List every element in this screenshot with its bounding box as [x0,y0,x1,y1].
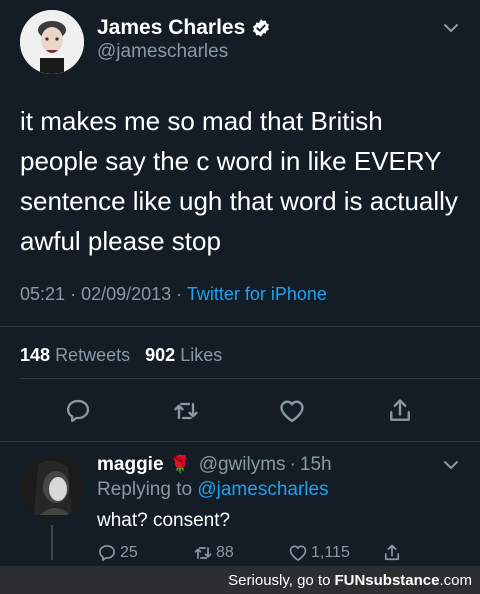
watermark-tld: .com [439,571,472,589]
reply-author-handle[interactable]: @gwilyms [199,454,286,476]
tweet-date: 02/09/2013 [81,284,172,304]
tweet-source-link[interactable]: Twitter for iPhone [187,284,327,304]
tweet-text: it makes me so mad that British people s… [20,106,458,256]
meta-separator: · [289,454,296,475]
like-icon[interactable] [278,397,306,425]
watermark-brand: FUNsubstance [334,571,440,589]
share-icon[interactable] [386,397,414,425]
replying-label: Replying to [97,479,193,500]
likes-count[interactable]: 902 [145,345,175,365]
verified-badge-icon [253,19,270,37]
like-icon [289,545,307,561]
watermark-text: Seriously, go to [228,571,331,589]
chevron-down-icon[interactable] [441,455,461,475]
reply-count: 25 [120,544,138,561]
reply-author-avatar[interactable] [20,455,84,519]
divider [0,441,480,442]
tweet-meta: 05:21 · 02/09/2013 · Twitter for iPhone [20,284,327,305]
reply-age: 15h [299,454,332,475]
tweet-time: 05:21 [20,284,66,304]
author-avatar[interactable] [20,10,84,74]
reply-icon[interactable] [64,397,92,425]
share-icon [384,544,400,561]
retweets-label[interactable]: Retweets [55,345,130,365]
reply-author-line: maggie 🌹 @gwilyms · 15h [97,454,332,476]
reply-reply-button[interactable]: 25 [97,543,138,563]
author-handle[interactable]: @jamescharles [97,41,228,63]
replying-to-handle[interactable]: @jamescharles [197,479,328,500]
reply-icon [99,545,115,561]
replying-to: Replying to @jamescharles [97,479,329,501]
rose-emoji: 🌹 [169,455,191,474]
meta-separator: · [176,284,187,304]
reply-text: what? consent? [97,510,231,531]
tweet-stats: 148 Retweets 902 Likes [20,345,222,366]
chevron-down-icon[interactable] [441,18,461,38]
retweet-icon [194,547,212,559]
reply-author-name[interactable]: maggie [97,454,164,476]
divider [20,378,480,379]
meta-separator: · [70,284,82,304]
author-name[interactable]: James Charles [97,16,271,40]
watermark-banner: Seriously, go to FUNsubstance .com [0,566,480,594]
reply-like-button[interactable]: 1,115 [288,543,350,563]
reply-retweet-button[interactable]: 88 [193,543,234,563]
thread-line [51,525,53,560]
author-name-text[interactable]: James Charles [97,16,245,40]
like-count: 1,115 [311,544,350,561]
reply-share-button[interactable] [382,543,405,563]
retweet-icon[interactable] [172,397,200,425]
retweet-count: 88 [216,544,234,561]
likes-label[interactable]: Likes [180,345,222,365]
retweets-count[interactable]: 148 [20,345,50,365]
divider [0,326,480,327]
